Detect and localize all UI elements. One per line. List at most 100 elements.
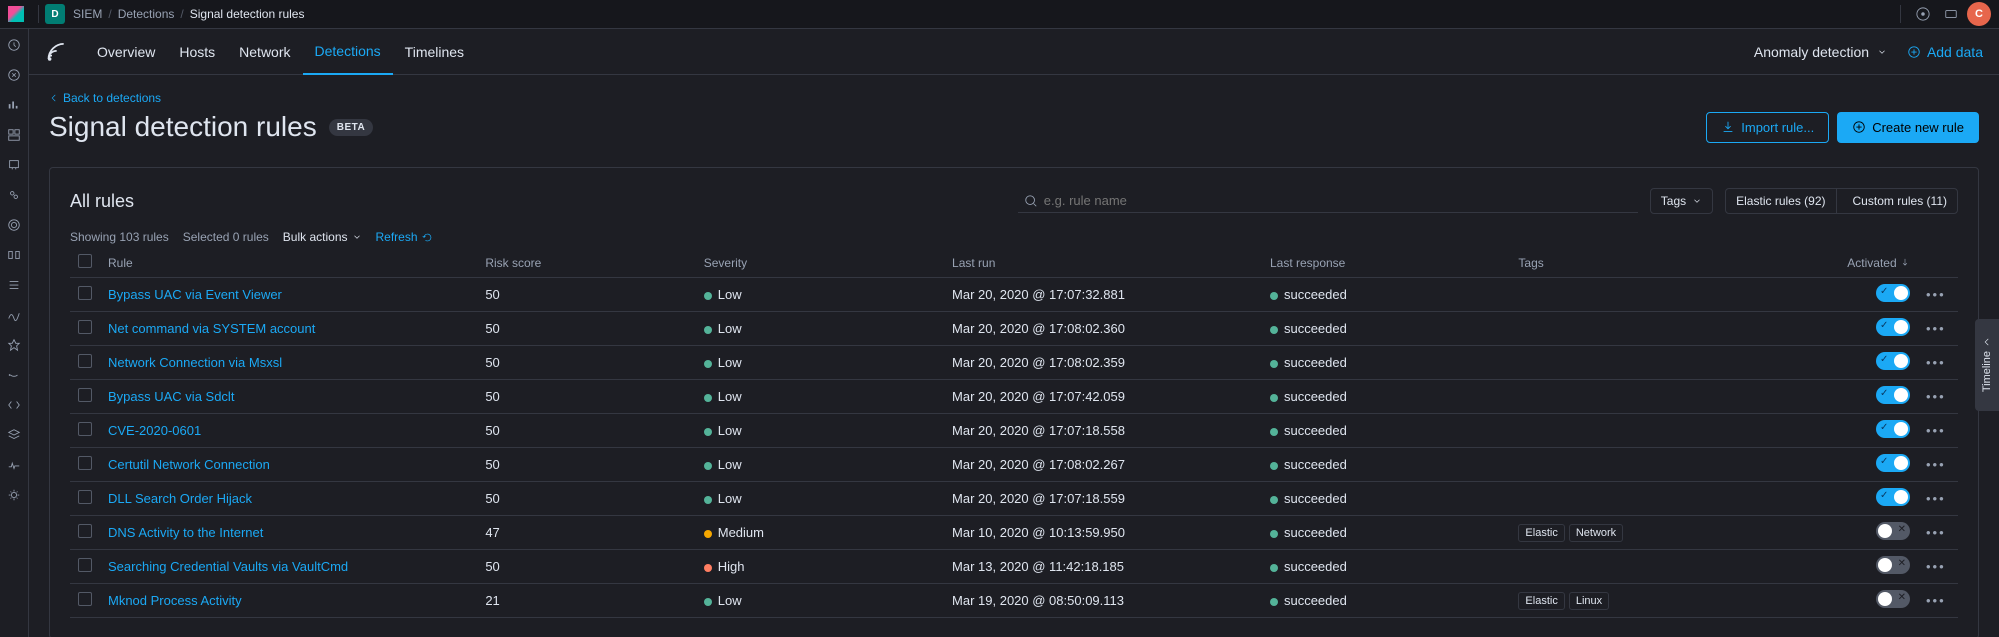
nav-logs-icon[interactable] (6, 277, 22, 293)
rule-link[interactable]: DLL Search Order Hijack (108, 491, 252, 506)
user-avatar[interactable]: C (1967, 2, 1991, 26)
row-checkbox[interactable] (78, 456, 92, 470)
top-bar: D SIEM / Detections / Signal detection r… (0, 0, 1999, 29)
rule-source-toggle[interactable]: Elastic rules (92) Custom rules (11) (1725, 188, 1958, 214)
nav-recent-icon[interactable] (6, 37, 22, 53)
refresh-button[interactable]: Refresh (376, 230, 433, 244)
activated-toggle[interactable]: ✕ (1876, 556, 1910, 574)
create-rule-button[interactable]: Create new rule (1837, 112, 1979, 143)
last-response: succeeded (1262, 584, 1510, 618)
import-rule-button[interactable]: Import rule... (1706, 112, 1829, 143)
nav-ml-icon[interactable] (6, 217, 22, 233)
tags-filter[interactable]: Tags (1650, 188, 1713, 214)
col-last-run[interactable]: Last run (944, 248, 1262, 278)
nav-management-icon[interactable] (6, 487, 22, 503)
back-link[interactable]: Back to detections (49, 91, 1979, 105)
search-input[interactable] (1018, 189, 1638, 213)
tags-cell: ElasticLinux (1510, 584, 1828, 618)
last-response: succeeded (1262, 550, 1510, 584)
help-icon[interactable] (1911, 2, 1935, 26)
row-actions-button[interactable]: ••• (1926, 423, 1946, 438)
nav-maps-icon[interactable] (6, 187, 22, 203)
newsfeed-icon[interactable] (1939, 2, 1963, 26)
add-data-link[interactable]: Add data (1907, 44, 1983, 60)
chevron-down-icon (352, 232, 362, 242)
col-tags[interactable]: Tags (1510, 248, 1828, 278)
rule-link[interactable]: Net command via SYSTEM account (108, 321, 315, 336)
col-severity[interactable]: Severity (696, 248, 944, 278)
nav-metrics-icon[interactable] (6, 247, 22, 263)
row-actions-button[interactable]: ••• (1926, 457, 1946, 472)
tab-overview[interactable]: Overview (85, 29, 167, 75)
activated-toggle[interactable]: ✓ (1876, 454, 1910, 472)
nav-monitoring-icon[interactable] (6, 457, 22, 473)
nav-canvas-icon[interactable] (6, 157, 22, 173)
activated-toggle[interactable]: ✕ (1876, 590, 1910, 608)
last-response: succeeded (1262, 414, 1510, 448)
row-actions-button[interactable]: ••• (1926, 525, 1946, 540)
last-response: succeeded (1262, 278, 1510, 312)
nav-dev-icon[interactable] (6, 397, 22, 413)
row-checkbox[interactable] (78, 558, 92, 572)
timeline-flyout-toggle[interactable]: Timeline (1975, 319, 1999, 411)
row-actions-button[interactable]: ••• (1926, 389, 1946, 404)
activated-toggle[interactable]: ✓ (1876, 318, 1910, 336)
anomaly-detection-dropdown[interactable]: Anomaly detection (1754, 44, 1887, 60)
row-checkbox[interactable] (78, 388, 92, 402)
nav-apm-icon[interactable] (6, 307, 22, 323)
activated-toggle[interactable]: ✓ (1876, 420, 1910, 438)
row-checkbox[interactable] (78, 354, 92, 368)
kibana-logo-icon[interactable] (8, 6, 24, 22)
select-all-checkbox[interactable] (78, 254, 92, 268)
row-checkbox[interactable] (78, 286, 92, 300)
nav-dashboard-icon[interactable] (6, 127, 22, 143)
tab-hosts[interactable]: Hosts (167, 29, 227, 75)
rule-link[interactable]: Searching Credential Vaults via VaultCmd (108, 559, 348, 574)
nav-visualize-icon[interactable] (6, 97, 22, 113)
col-last-response[interactable]: Last response (1262, 248, 1510, 278)
nav-siem-icon[interactable] (6, 367, 22, 383)
row-checkbox[interactable] (78, 490, 92, 504)
activated-toggle[interactable]: ✓ (1876, 488, 1910, 506)
row-actions-button[interactable]: ••• (1926, 491, 1946, 506)
activated-toggle[interactable]: ✓ (1876, 284, 1910, 302)
row-checkbox[interactable] (78, 524, 92, 538)
row-checkbox[interactable] (78, 320, 92, 334)
last-run: Mar 20, 2020 @ 17:08:02.359 (944, 346, 1262, 380)
row-actions-button[interactable]: ••• (1926, 321, 1946, 336)
tab-network[interactable]: Network (227, 29, 302, 75)
tag: Elastic (1518, 592, 1564, 610)
nav-stack-icon[interactable] (6, 427, 22, 443)
app-icon[interactable]: D (45, 4, 65, 24)
sort-desc-icon (1900, 257, 1910, 267)
col-risk[interactable]: Risk score (477, 248, 695, 278)
nav-uptime-icon[interactable] (6, 337, 22, 353)
rule-link[interactable]: Mknod Process Activity (108, 593, 242, 608)
rule-link[interactable]: DNS Activity to the Internet (108, 525, 263, 540)
row-actions-button[interactable]: ••• (1926, 593, 1946, 608)
rule-link[interactable]: Certutil Network Connection (108, 457, 270, 472)
row-checkbox[interactable] (78, 592, 92, 606)
row-checkbox[interactable] (78, 422, 92, 436)
row-actions-button[interactable]: ••• (1926, 355, 1946, 370)
row-actions-button[interactable]: ••• (1926, 559, 1946, 574)
breadcrumb-siem[interactable]: SIEM (73, 7, 102, 21)
rule-link[interactable]: Bypass UAC via Sdclt (108, 389, 234, 404)
breadcrumb-detections[interactable]: Detections (118, 7, 175, 21)
rule-link[interactable]: CVE-2020-0601 (108, 423, 201, 438)
risk-score: 50 (477, 380, 695, 414)
activated-toggle[interactable]: ✓ (1876, 386, 1910, 404)
table-row: Network Connection via Msxsl 50 Low Mar … (70, 346, 1958, 380)
tab-timelines[interactable]: Timelines (393, 29, 476, 75)
col-activated[interactable]: Activated (1828, 248, 1918, 278)
col-rule[interactable]: Rule (100, 248, 477, 278)
activated-toggle[interactable]: ✓ (1876, 352, 1910, 370)
bulk-actions-dropdown[interactable]: Bulk actions (283, 230, 362, 244)
rule-link[interactable]: Bypass UAC via Event Viewer (108, 287, 282, 302)
rule-link[interactable]: Network Connection via Msxsl (108, 355, 282, 370)
nav-discover-icon[interactable] (6, 67, 22, 83)
last-run: Mar 20, 2020 @ 17:07:32.881 (944, 278, 1262, 312)
activated-toggle[interactable]: ✕ (1876, 522, 1910, 540)
row-actions-button[interactable]: ••• (1926, 287, 1946, 302)
tab-detections[interactable]: Detections (303, 29, 393, 75)
